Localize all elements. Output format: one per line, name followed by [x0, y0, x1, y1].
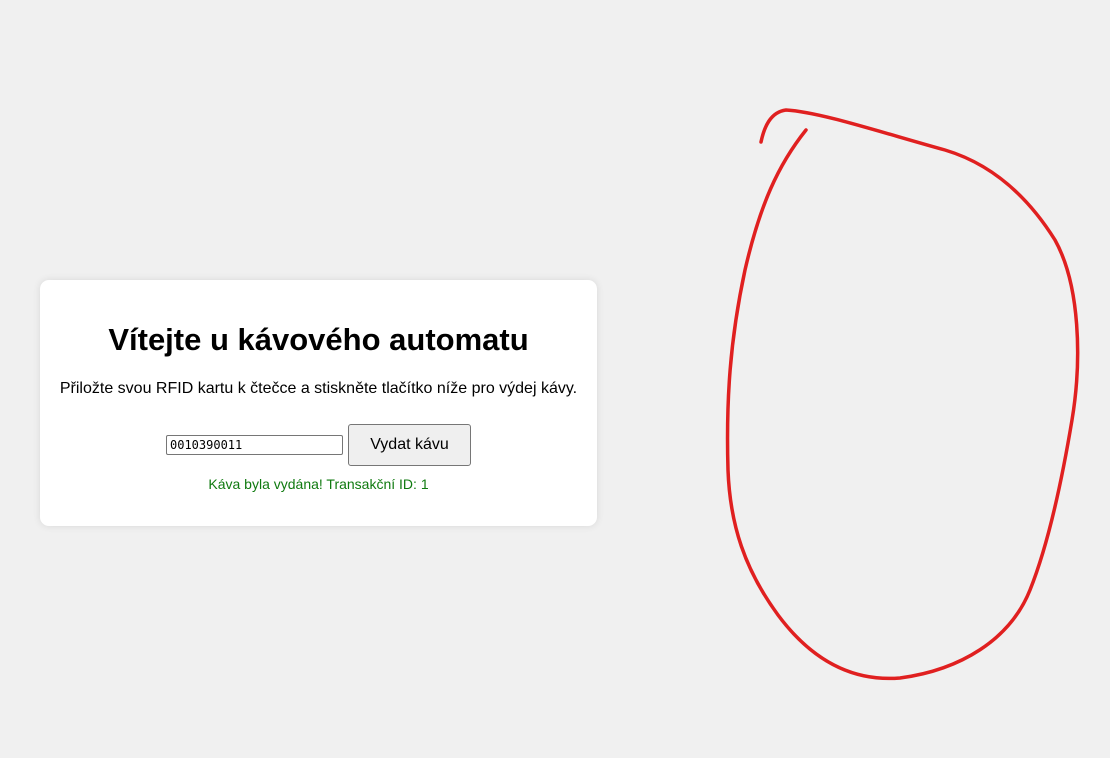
dispense-form: Vydat kávu [40, 424, 597, 466]
coffee-machine-card: Vítejte u kávového automatu Přiložte svo… [40, 280, 597, 526]
annotation-stroke [725, 108, 1080, 681]
instruction-text: Přiložte svou RFID kartu k čtečce a stis… [59, 380, 578, 397]
status-message: Káva byla vydána! Transakční ID: 1 [208, 476, 429, 492]
dispense-coffee-button[interactable]: Vydat kávu [348, 424, 471, 466]
rfid-input[interactable] [166, 435, 343, 455]
page-title: Vítejte u kávového automatu [108, 322, 529, 357]
